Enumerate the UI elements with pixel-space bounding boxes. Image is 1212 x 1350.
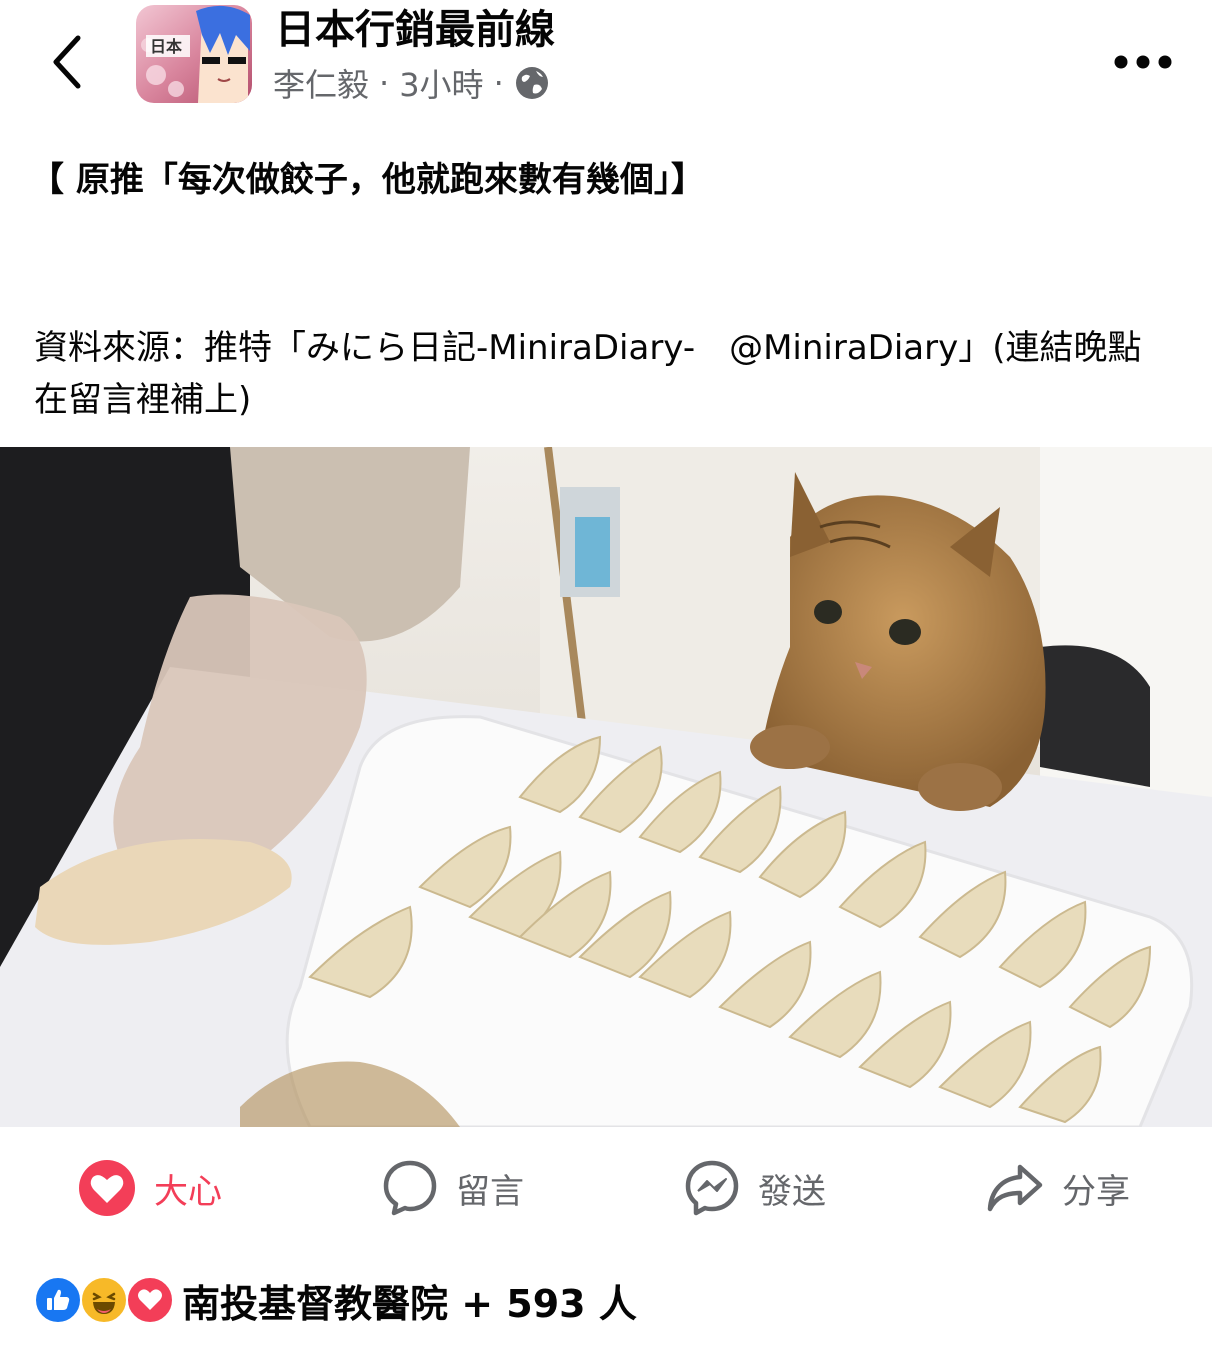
meta-separator: ·: [379, 64, 390, 102]
reaction-icons: [34, 1276, 174, 1324]
post-photo[interactable]: [0, 447, 1212, 1127]
share-arrow-icon: [987, 1164, 1043, 1212]
more-options-button[interactable]: [1108, 42, 1178, 82]
send-button[interactable]: 發送: [684, 1152, 826, 1224]
love-label: 大心: [154, 1171, 222, 1212]
share-button[interactable]: 分享: [986, 1152, 1130, 1224]
send-label: 發送: [758, 1171, 826, 1212]
comment-button[interactable]: 留言: [382, 1152, 524, 1224]
comment-bubble-icon: [383, 1160, 437, 1216]
chevron-left-icon: [53, 35, 81, 89]
haha-reaction-icon: [80, 1276, 128, 1324]
more-horizontal-icon: [1114, 55, 1172, 69]
like-reaction-icon: [34, 1276, 82, 1324]
heart-reaction-icon: [79, 1160, 135, 1216]
page-name[interactable]: 日本行銷最前線: [275, 6, 555, 54]
meta-separator: ·: [493, 64, 504, 102]
share-label: 分享: [1062, 1171, 1130, 1212]
comment-label: 留言: [456, 1171, 524, 1212]
messenger-icon: [685, 1160, 739, 1216]
post-source-text: 資料來源：推特「みにら日記-MiniraDiary- @MiniraDiary」…: [34, 328, 1142, 420]
author-name[interactable]: 李仁毅: [273, 60, 369, 106]
post-header: 日本 日本行銷最前線 李仁毅 · 3小時 ·: [0, 0, 1212, 125]
post-time[interactable]: 3小時: [399, 60, 483, 106]
avatar-text: 日本: [150, 37, 182, 56]
post-title: 【 原推「每次做餃子，他就跑來數有幾個」】: [30, 160, 705, 200]
reactions-summary-text: 南投基督教醫院 + 593 人: [182, 1281, 637, 1326]
reactions-summary[interactable]: 南投基督教醫院 + 593 人: [34, 1270, 637, 1330]
back-button[interactable]: [40, 30, 96, 94]
globe-icon: [515, 67, 548, 99]
post-meta: 李仁毅 · 3小時 ·: [273, 60, 550, 106]
page-avatar[interactable]: 日本: [136, 5, 252, 103]
love-button[interactable]: 大心: [78, 1152, 222, 1224]
love-reaction-icon: [126, 1276, 174, 1324]
post-action-bar: 大心 留言 發送 分享: [0, 1140, 1212, 1236]
